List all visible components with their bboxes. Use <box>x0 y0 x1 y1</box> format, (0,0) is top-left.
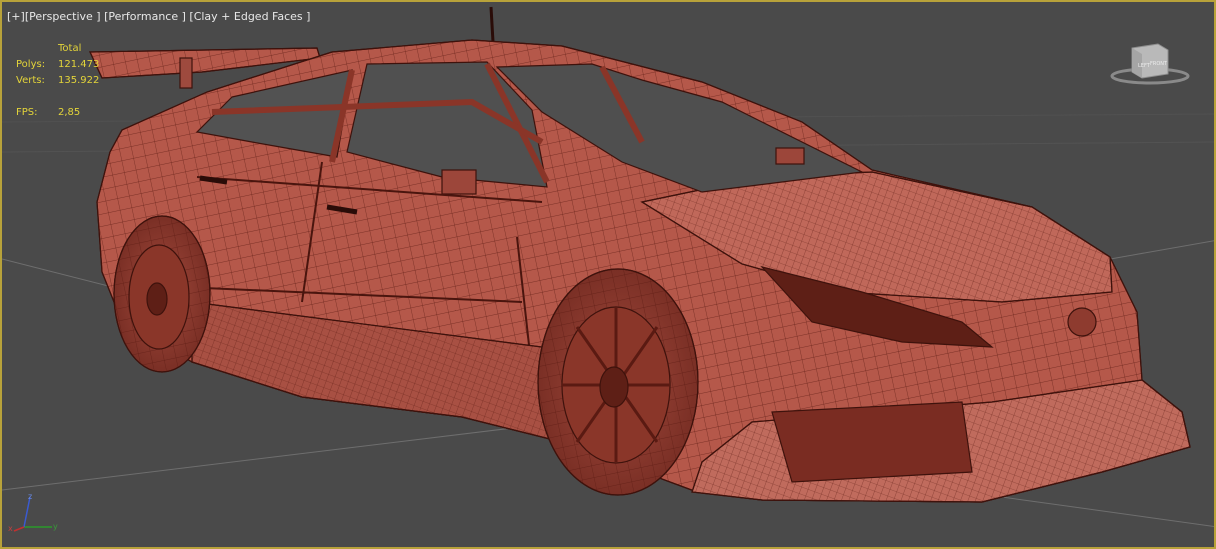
fps-label: FPS: <box>16 107 38 118</box>
stats-verts-row: Verts: 135.922 <box>16 73 99 89</box>
viewport-menu-button[interactable]: [+] <box>7 10 25 23</box>
statistics-overlay: Total Polys: 121.473 Verts: 135.922 FPS: 2,… <box>16 41 99 121</box>
side-mirror <box>441 169 477 195</box>
verts-label: Verts: <box>16 75 45 86</box>
3d-scene[interactable] <box>2 2 1216 549</box>
viewport[interactable]: [+][Perspective ] [Performance ] [Clay +… <box>0 0 1216 549</box>
viewport-label: [+][Perspective ] [Performance ] [Clay +… <box>7 10 310 23</box>
viewcube-front-label: FRONT <box>1150 61 1168 67</box>
stats-fps-row: FPS: 2,85 <box>16 105 99 121</box>
performance-button[interactable]: [Performance ] <box>104 10 186 23</box>
viewcube[interactable]: LEFT FRONT <box>1108 38 1192 88</box>
fps-value: 2,85 <box>58 107 81 118</box>
shading-mode-button[interactable]: [Clay + Edged Faces ] <box>189 10 310 23</box>
front-wheel <box>537 268 699 496</box>
stats-polys-row: Polys: 121.473 <box>16 57 99 73</box>
verts-value: 135.922 <box>58 75 100 86</box>
axis-tripod: y z x <box>8 493 58 533</box>
stats-header: Total <box>58 43 82 54</box>
viewcube-side-label: LEFT <box>1138 63 1151 69</box>
rear-wheel <box>113 215 211 373</box>
front-grille <box>771 401 973 483</box>
car-model <box>89 6 1191 503</box>
polys-label: Polys: <box>16 59 46 70</box>
spoiler-mount <box>179 57 193 89</box>
view-mode-button[interactable]: [Perspective ] <box>25 10 101 23</box>
axis-z-label: z <box>28 493 32 501</box>
polys-value: 121.473 <box>58 59 100 70</box>
axis-y-label: y <box>53 522 58 531</box>
axis-x-label: x <box>8 524 13 533</box>
